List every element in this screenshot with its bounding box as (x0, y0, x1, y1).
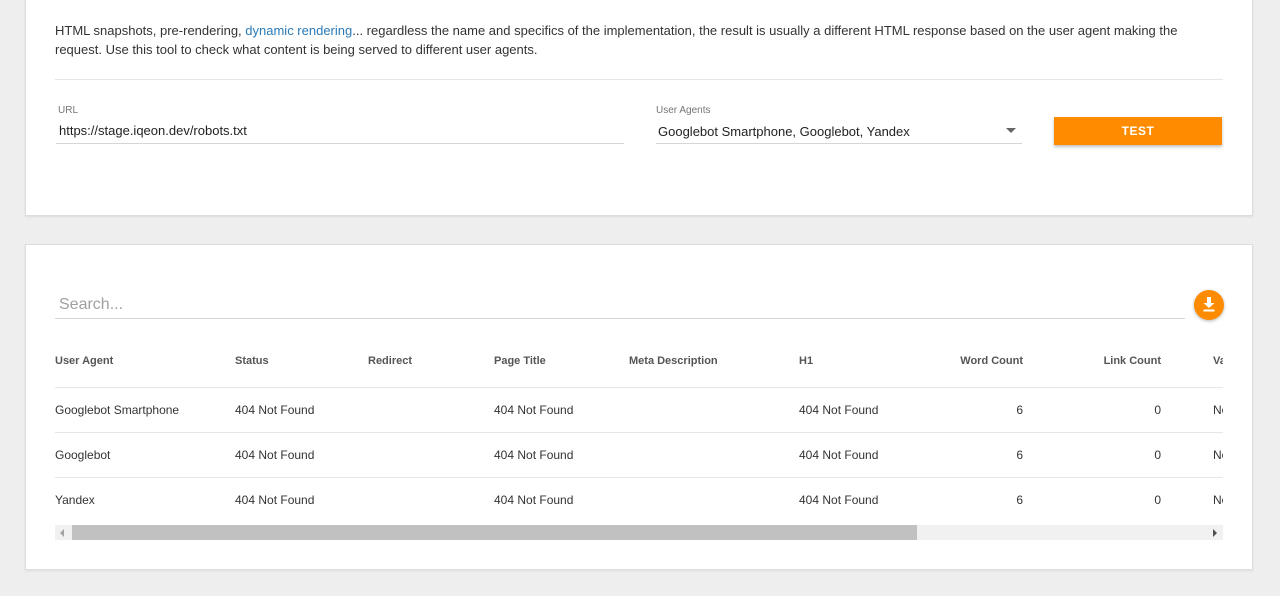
cell-page-title: 404 Not Found (494, 493, 574, 507)
scroll-left-icon[interactable] (60, 529, 64, 537)
url-label: URL (58, 105, 79, 116)
cell-link-count: 0 (1154, 448, 1161, 462)
cell-status: 404 Not Found (235, 403, 315, 417)
column-header-redirect[interactable]: Redirect (368, 355, 412, 367)
horizontal-scrollbar[interactable] (55, 525, 1223, 540)
divider (55, 79, 1223, 80)
cell-user-agent: Googlebot Smartphone (55, 403, 180, 417)
scrollbar-thumb[interactable] (72, 525, 917, 540)
cell-word-count: 6 (1016, 493, 1023, 507)
cell-link-count: 0 (1154, 493, 1161, 507)
cell-link-count: 0 (1154, 403, 1161, 417)
cell-status: 404 Not Found (235, 448, 315, 462)
column-header-link-count[interactable]: Link Count (1061, 355, 1161, 367)
download-icon (1203, 297, 1215, 312)
url-input[interactable] (56, 118, 624, 144)
cell-h1: 404 Not Found (799, 403, 879, 417)
cell-page-title: 404 Not Found (494, 448, 574, 462)
cell-word-count: 6 (1016, 448, 1023, 462)
column-header-page-title[interactable]: Page Title (494, 355, 546, 367)
cell-h1: 404 Not Found (799, 448, 879, 462)
column-header-user-agent[interactable]: User Agent (55, 355, 113, 367)
results-table: User Agent Status Redirect Page Title Me… (55, 341, 1223, 521)
search-input[interactable] (55, 291, 1185, 319)
table-row: Yandex 404 Not Found 404 Not Found 404 N… (55, 477, 1223, 521)
cell-valid: No (1213, 493, 1223, 507)
intro-text-before: HTML snapshots, pre-rendering, (55, 23, 246, 38)
cell-h1: 404 Not Found (799, 493, 879, 507)
chevron-down-icon (1006, 128, 1016, 133)
table-row: Googlebot Smartphone 404 Not Found 404 N… (55, 387, 1223, 432)
user-agents-value: Googlebot Smartphone, Googlebot, Yandex (658, 124, 910, 139)
user-agents-label: User Agents (656, 105, 711, 116)
cell-user-agent: Yandex (55, 493, 95, 507)
intro-text: HTML snapshots, pre-rendering, dynamic r… (55, 21, 1215, 59)
user-agents-select[interactable]: Googlebot Smartphone, Googlebot, Yandex (656, 118, 1022, 144)
cell-page-title: 404 Not Found (494, 403, 574, 417)
cell-word-count: 6 (1016, 403, 1023, 417)
download-button[interactable] (1194, 290, 1224, 320)
test-form-card: HTML snapshots, pre-rendering, dynamic r… (25, 0, 1253, 216)
cell-valid: No (1213, 403, 1223, 417)
results-card: User Agent Status Redirect Page Title Me… (25, 244, 1253, 570)
column-header-valid[interactable]: Va (1213, 355, 1223, 367)
cell-user-agent: Googlebot (55, 448, 111, 462)
cell-status: 404 Not Found (235, 493, 315, 507)
cell-valid: No (1213, 448, 1223, 462)
test-button[interactable]: TEST (1054, 117, 1222, 145)
scroll-right-icon[interactable] (1213, 529, 1217, 537)
dynamic-rendering-link[interactable]: dynamic rendering (245, 23, 352, 38)
column-header-meta-description[interactable]: Meta Description (629, 355, 718, 367)
column-header-word-count[interactable]: Word Count (923, 355, 1023, 367)
column-header-status[interactable]: Status (235, 355, 269, 367)
table-row: Googlebot 404 Not Found 404 Not Found 40… (55, 432, 1223, 477)
column-header-h1[interactable]: H1 (799, 355, 813, 367)
